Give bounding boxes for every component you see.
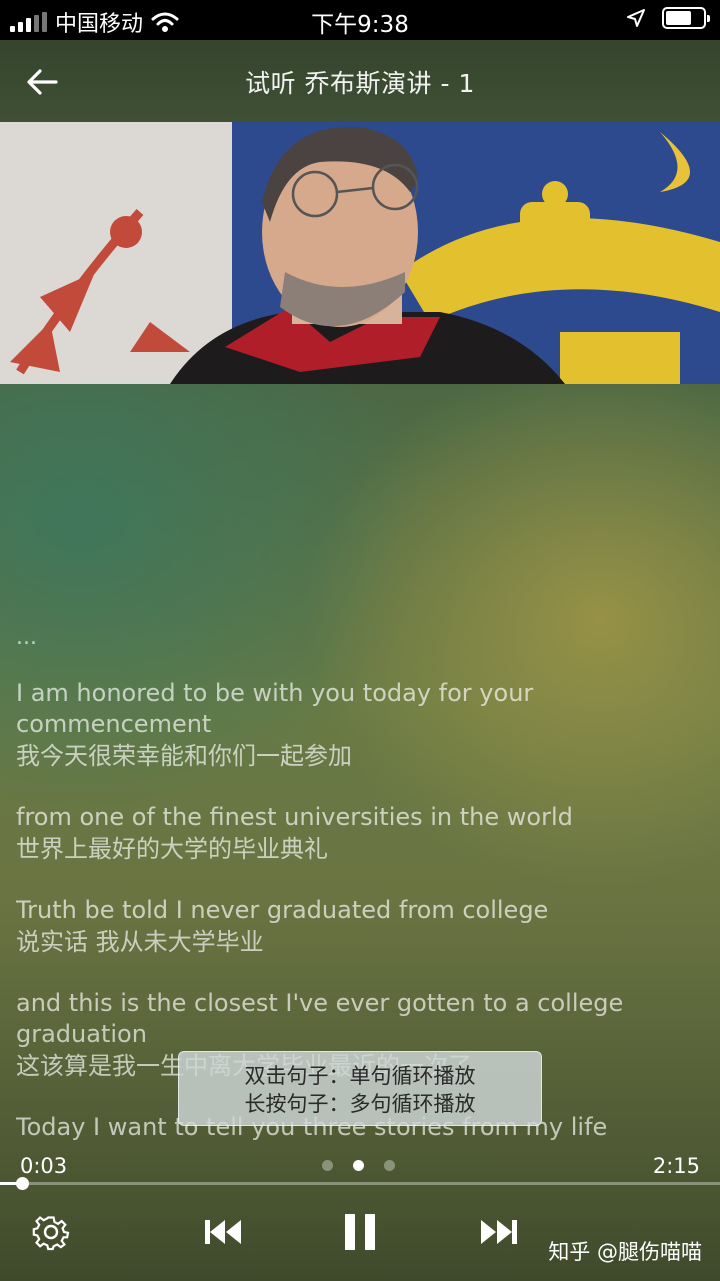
skip-next-icon bbox=[481, 1220, 517, 1244]
current-time: 0:03 bbox=[20, 1154, 68, 1178]
sentence-english: and this is the closest I've ever gotten… bbox=[16, 989, 624, 1048]
status-bar: 中国移动 下午9:38 bbox=[0, 0, 720, 40]
watermark: 知乎 @腿伤喵喵 bbox=[548, 1240, 702, 1264]
pause-button[interactable] bbox=[342, 1212, 378, 1256]
sentence-chinese: 说实话 我从未大学毕业 bbox=[16, 928, 264, 956]
cover-photo bbox=[0, 122, 720, 384]
nav-bar: 试听 乔布斯演讲 - 1 bbox=[0, 40, 720, 122]
gear-icon bbox=[32, 1216, 70, 1251]
total-time: 2:15 bbox=[652, 1154, 700, 1178]
sentence-item[interactable]: from one of the finest universities in t… bbox=[16, 802, 706, 865]
settings-button[interactable] bbox=[32, 1213, 70, 1255]
status-time: 下午9:38 bbox=[311, 12, 409, 38]
page-dot bbox=[322, 1160, 333, 1171]
page-indicator bbox=[322, 1160, 395, 1171]
page-dot bbox=[384, 1160, 395, 1171]
sentence-chinese: 我今天很荣幸能和你们一起参加 bbox=[16, 742, 352, 770]
sentence-item[interactable]: I am honored to be with you today for yo… bbox=[16, 678, 706, 772]
battery-icon bbox=[662, 7, 710, 29]
pause-icon bbox=[345, 1214, 375, 1250]
tip-line: 长按句子：多句循环播放 bbox=[244, 1092, 476, 1116]
tip-line: 双击句子：单句循环播放 bbox=[244, 1064, 476, 1088]
progress-knob[interactable] bbox=[15, 1177, 29, 1190]
skip-previous-icon bbox=[205, 1220, 241, 1244]
next-button[interactable] bbox=[479, 1216, 519, 1252]
page-dot bbox=[353, 1160, 364, 1171]
progress-slider[interactable] bbox=[0, 1177, 720, 1190]
gesture-tip-toast: 双击句子：单句循环播放 长按句子：多句循环播放 bbox=[178, 1051, 542, 1126]
page-title: 试听 乔布斯演讲 - 1 bbox=[245, 69, 475, 98]
previous-button[interactable] bbox=[203, 1216, 243, 1252]
sentence-english: I am honored to be with you today for yo… bbox=[16, 679, 534, 738]
sentence-english: from one of the finest universities in t… bbox=[16, 803, 573, 831]
sentence-english: Truth be told I never graduated from col… bbox=[16, 896, 549, 924]
location-arrow-icon bbox=[627, 9, 645, 27]
transcript-leading: ... bbox=[16, 625, 37, 650]
sentence-item[interactable]: Truth be told I never graduated from col… bbox=[16, 895, 706, 958]
sentence-chinese: 世界上最好的大学的毕业典礼 bbox=[16, 835, 328, 863]
